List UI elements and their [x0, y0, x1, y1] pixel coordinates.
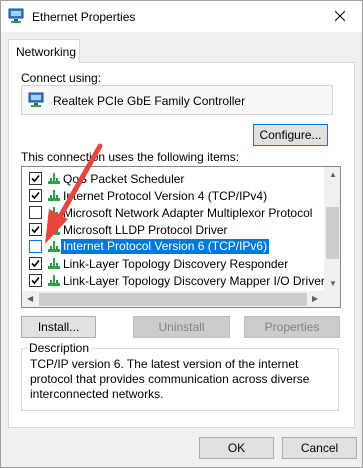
item-checkbox[interactable]: [29, 172, 42, 185]
network-adapter-icon: [28, 92, 44, 107]
network-component-icon: [48, 258, 60, 269]
uninstall-button[interactable]: Uninstall: [133, 316, 230, 338]
network-component-icon: [48, 224, 60, 235]
scroll-up-icon[interactable]: ▲: [329, 170, 337, 179]
description-legend: Description: [27, 341, 92, 355]
item-checkbox[interactable]: [29, 189, 42, 202]
network-adapter-icon: [8, 8, 24, 23]
adapter-field: Realtek PCIe GbE Family Controller: [21, 85, 333, 115]
adapter-name: Realtek PCIe GbE Family Controller: [53, 94, 246, 108]
connect-using-label: Connect using:: [21, 71, 102, 85]
description-text: TCP/IP version 6. The latest version of …: [30, 357, 310, 401]
network-component-icon: [48, 275, 60, 286]
tab-label: Networking: [16, 45, 77, 59]
checkmark-icon: [31, 191, 40, 200]
checkmark-icon: [31, 225, 40, 234]
scrollbar-corner: [324, 291, 340, 307]
properties-button[interactable]: Properties: [244, 316, 340, 338]
tab-networking[interactable]: Networking: [8, 39, 80, 63]
list-item-label: QoS Packet Scheduler: [63, 172, 185, 186]
window-title: Ethernet Properties: [32, 10, 136, 24]
configure-button[interactable]: Configure...: [253, 124, 328, 146]
checkmark-icon: [31, 276, 40, 285]
item-checkbox[interactable]: [29, 223, 42, 236]
list-item[interactable]: Internet Protocol Version 4 (TCP/IPv4): [22, 187, 323, 204]
items-list[interactable]: QoS Packet Scheduler Internet Protocol Ve…: [21, 166, 341, 308]
item-checkbox[interactable]: [29, 274, 42, 287]
list-item-label: Microsoft Network Adapter Multiplexor Pr…: [63, 206, 313, 220]
checkmark-icon: [31, 174, 40, 183]
close-icon: [334, 11, 345, 21]
scroll-right-icon[interactable]: ▶: [312, 294, 318, 303]
list-item[interactable]: QoS Packet Scheduler: [22, 170, 323, 187]
list-item-label: Microsoft LLDP Protocol Driver: [63, 223, 228, 237]
cancel-button[interactable]: Cancel: [282, 437, 357, 459]
list-item[interactable]: Microsoft Network Adapter Multiplexor Pr…: [22, 204, 323, 221]
list-item-label: Link-Layer Topology Discovery Mapper I/O…: [63, 274, 325, 288]
list-item[interactable]: Link-Layer Topology Discovery Responder: [22, 255, 323, 272]
list-item-label: Link-Layer Topology Discovery Responder: [63, 257, 289, 271]
list-item[interactable]: Link-Layer Topology Discovery Mapper I/O…: [22, 272, 325, 289]
item-checkbox[interactable]: [29, 206, 42, 219]
title-bar: Ethernet Properties: [1, 1, 362, 32]
list-item[interactable]: Internet Protocol Version 6 (TCP/IPv6): [22, 238, 323, 255]
network-component-icon: [48, 190, 60, 201]
scroll-left-icon[interactable]: ◀: [27, 294, 33, 303]
scroll-down-icon[interactable]: ▼: [329, 279, 337, 288]
item-checkbox[interactable]: [29, 257, 42, 270]
checkmark-icon: [31, 259, 40, 268]
close-button[interactable]: [317, 1, 362, 31]
network-component-icon: [48, 207, 60, 218]
install-button[interactable]: Install...: [21, 316, 96, 338]
vertical-scrollbar[interactable]: ▲ ▼: [324, 167, 340, 291]
list-item-label: Internet Protocol Version 4 (TCP/IPv4): [63, 189, 268, 203]
items-label: This connection uses the following items…: [21, 150, 240, 164]
vertical-scroll-thumb[interactable]: [326, 207, 339, 259]
ok-button[interactable]: OK: [199, 437, 274, 459]
network-component-icon: [48, 173, 60, 184]
list-item-label: Internet Protocol Version 6 (TCP/IPv6): [61, 239, 270, 254]
list-item[interactable]: Microsoft LLDP Protocol Driver: [22, 221, 323, 238]
horizontal-scroll-thumb[interactable]: [39, 293, 307, 306]
horizontal-scrollbar[interactable]: ◀ ▶: [22, 291, 324, 307]
network-component-icon: [48, 241, 60, 252]
item-checkbox[interactable]: [29, 240, 42, 253]
